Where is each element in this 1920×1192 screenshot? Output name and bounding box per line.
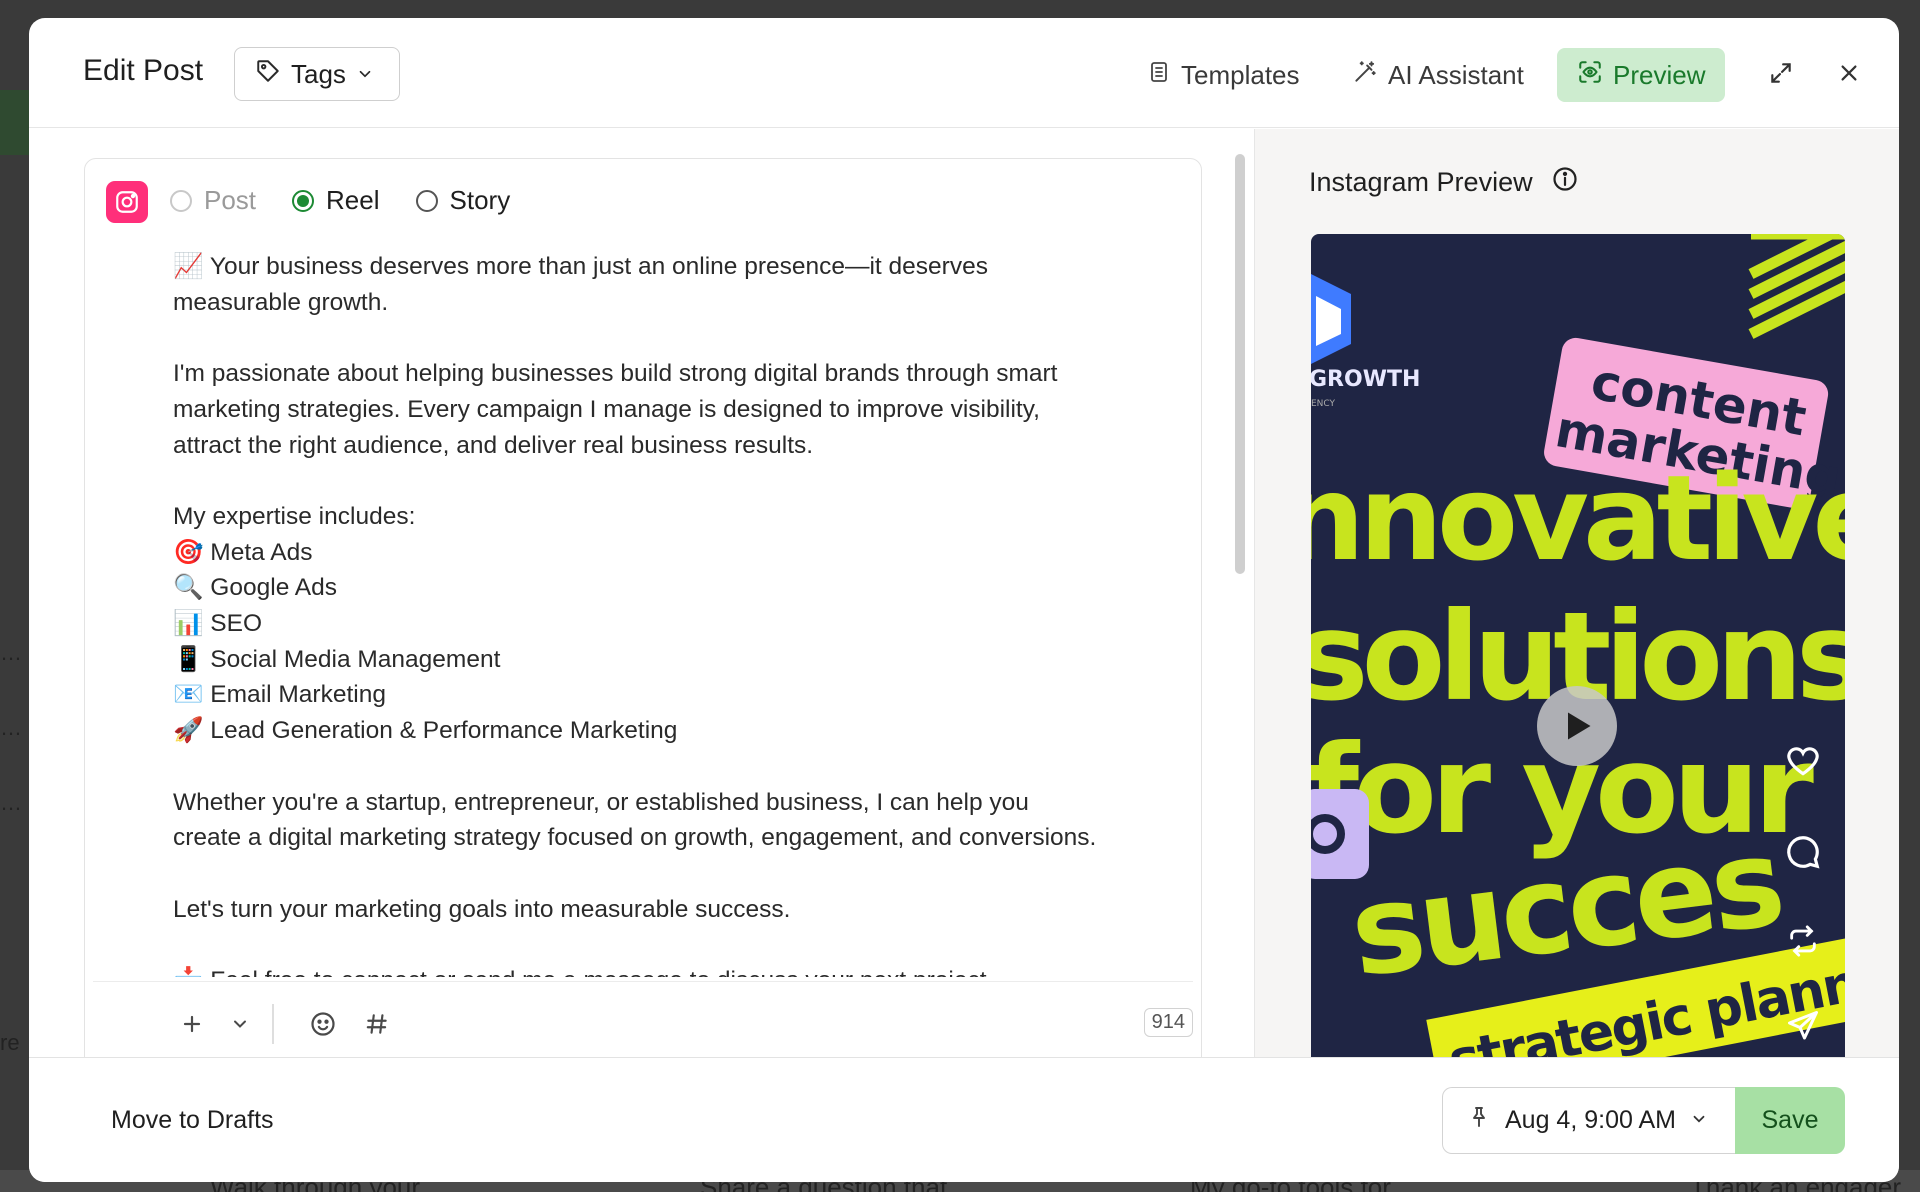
backdrop-text: … <box>0 715 22 740</box>
send-icon <box>1788 1011 1818 1040</box>
headline-line: nnovative <box>1311 449 1845 587</box>
post-type-reel[interactable]: Reel <box>292 185 380 216</box>
like-button[interactable] <box>1781 739 1825 783</box>
plus-icon <box>183 1015 201 1033</box>
emoji-icon <box>311 1012 335 1036</box>
radio-icon <box>415 189 438 212</box>
brand-text: GROWTH <box>1311 367 1420 392</box>
play-button[interactable] <box>1537 686 1617 766</box>
tag-icon <box>255 58 281 91</box>
close-icon <box>1838 62 1860 89</box>
post-type-label: Story <box>449 185 511 215</box>
backdrop-text: … <box>0 640 22 665</box>
templates-button[interactable]: Templates <box>1147 48 1300 102</box>
tags-button[interactable]: Tags <box>234 47 400 101</box>
ai-assistant-label: AI Assistant <box>1388 59 1524 90</box>
backdrop-stripe <box>0 90 30 155</box>
add-button[interactable] <box>172 1004 212 1044</box>
close-button[interactable] <box>1832 58 1866 92</box>
tags-label: Tags <box>291 58 346 89</box>
chevron-down-icon <box>1690 1106 1708 1135</box>
decor-stripes <box>1748 234 1845 339</box>
reel-artwork: GROWTH ENCY content marketing nnovativ s… <box>1311 234 1845 1057</box>
repost-button[interactable] <box>1781 919 1825 963</box>
chevron-down-icon <box>234 1020 246 1028</box>
comment-icon <box>1787 836 1820 869</box>
schedule-datetime: Aug 4, 9:00 AM <box>1505 1106 1676 1134</box>
templates-label: Templates <box>1181 59 1300 90</box>
play-icon <box>1568 712 1591 740</box>
preview-header: Instagram Preview <box>1309 165 1579 200</box>
post-type-story[interactable]: Story <box>415 185 511 216</box>
post-type-label: Post <box>204 185 257 215</box>
backdrop-text: re <box>0 1030 20 1055</box>
modal-footer: Move to Drafts Aug 4, 9:00 AM Save <box>29 1057 1899 1182</box>
toolbar-divider <box>272 1004 274 1044</box>
add-options-dropdown[interactable] <box>220 1004 260 1044</box>
schedule-picker[interactable]: Aug 4, 9:00 AM <box>1442 1087 1735 1154</box>
save-button[interactable]: Save <box>1735 1087 1845 1154</box>
modal-header: Edit Post Tags Templates AI Assistant Pr… <box>29 18 1899 128</box>
edit-post-modal: Edit Post Tags Templates AI Assistant Pr… <box>29 18 1899 1182</box>
document-icon <box>1147 59 1171 92</box>
radio-icon <box>170 189 192 212</box>
post-type-label: Reel <box>326 185 380 215</box>
info-icon[interactable] <box>1551 165 1579 200</box>
comment-button[interactable] <box>1781 830 1825 874</box>
character-count: 914 <box>1143 1008 1193 1037</box>
heart-icon <box>1787 747 1819 776</box>
post-text-editor[interactable]: 📈 Your business deserves more than just … <box>173 249 1173 977</box>
brand-subtext: ENCY <box>1311 399 1336 409</box>
emoji-button[interactable] <box>303 1004 343 1044</box>
modal-title: Edit Post <box>83 54 204 87</box>
preview-pane: Instagram Preview GROWTH ENCY content ma… <box>1254 129 1899 1057</box>
post-type-selector: Post Reel Story <box>170 185 510 216</box>
radio-selected-icon <box>292 189 315 212</box>
expand-button[interactable] <box>1764 58 1798 92</box>
chevron-down-icon <box>356 59 374 90</box>
magic-wand-icon <box>1352 59 1378 92</box>
move-to-drafts-button[interactable]: Move to Drafts <box>111 1106 274 1135</box>
pin-icon <box>1467 1104 1491 1137</box>
hashtag-icon <box>366 1014 387 1034</box>
ai-assistant-button[interactable]: AI Assistant <box>1352 48 1524 102</box>
preview-button[interactable]: Preview <box>1557 48 1726 102</box>
instagram-icon <box>106 181 148 223</box>
editor-scrollbar-thumb[interactable] <box>1235 154 1245 574</box>
expand-icon <box>1768 60 1794 91</box>
backdrop-text: … <box>0 790 22 815</box>
share-button[interactable] <box>1781 1004 1825 1048</box>
preview-label: Preview <box>1613 59 1706 90</box>
reel-preview-image[interactable]: GROWTH ENCY content marketing nnovativ s… <box>1311 234 1845 1057</box>
repost-icon <box>1790 925 1816 957</box>
post-type-post[interactable]: Post <box>170 185 256 216</box>
preview-title: Instagram Preview <box>1309 167 1533 197</box>
eye-scan-icon <box>1577 59 1603 92</box>
hashtag-button[interactable] <box>357 1004 397 1044</box>
post-editor-card: Post Reel Story 📈 Your business deserves… <box>84 158 1202 1078</box>
